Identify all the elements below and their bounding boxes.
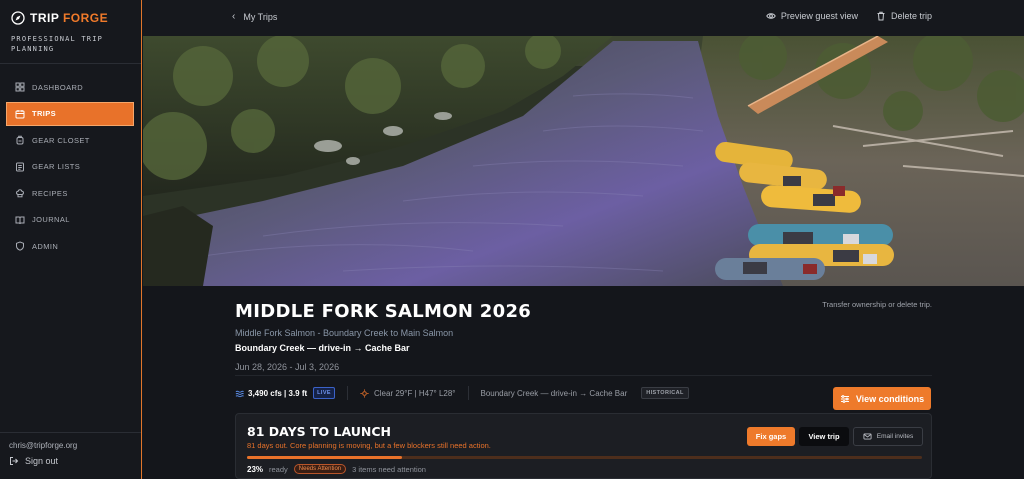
trip-hero-image	[143, 36, 1024, 286]
email-invites-button[interactable]: Email invites	[853, 427, 923, 446]
logout-icon	[10, 457, 19, 465]
launch-status-message: 81 days out. Core planning is moving, bu…	[247, 441, 491, 450]
sidebar-item-label: GEAR LISTS	[32, 162, 81, 171]
sidebar-item-gear-lists[interactable]: GEAR LISTS	[6, 155, 134, 179]
sidebar-item-label: GEAR CLOSET	[32, 135, 90, 145]
sidebar-nav: DASHBOARD TRIPS GEAR CLOSET GEAR LISTS R…	[6, 75, 134, 261]
sidebar: TRIP FORGE PROFESSIONAL TRIP PLANNING DA…	[0, 0, 142, 479]
mail-icon	[863, 433, 872, 440]
sidebar-item-journal[interactable]: JOURNAL	[6, 208, 134, 232]
preview-label: Preview guest view	[780, 11, 858, 21]
readiness-summary: 23% ready Needs Attention 3 items need a…	[247, 464, 426, 474]
email-invites-label: Email invites	[876, 433, 914, 440]
flow-value: 3,490 cfs | 3.9 ft	[248, 388, 308, 398]
live-badge: LIVE	[313, 387, 335, 399]
sidebar-item-admin[interactable]: ADMIN	[6, 234, 134, 258]
compass-icon	[11, 11, 25, 25]
readiness-progress-bar	[247, 456, 922, 459]
sidebar-item-gear-closet[interactable]: GEAR CLOSET	[6, 128, 134, 152]
back-to-trips-link[interactable]: ‹ My Trips	[232, 11, 277, 22]
trip-subtitle: Middle Fork Salmon - Boundary Creek to M…	[235, 328, 454, 338]
grid-icon	[15, 82, 25, 92]
put-in-info: Boundary Creek — drive-in → Cache Bar	[480, 388, 628, 398]
sign-out-button[interactable]: Sign out	[9, 456, 58, 466]
section-divider	[235, 375, 932, 376]
sidebar-item-recipes[interactable]: RECIPES	[6, 181, 134, 205]
sidebar-divider	[0, 63, 141, 64]
top-actions: Preview guest view Delete trip	[766, 11, 932, 21]
sidebar-item-label: JOURNAL	[32, 215, 70, 224]
sidebar-item-trips[interactable]: TRIPS	[6, 101, 134, 126]
waves-icon	[235, 390, 244, 397]
preview-guest-view-button[interactable]: Preview guest view	[766, 11, 858, 21]
top-bar: ‹ My Trips Preview guest view Delete tri…	[143, 0, 1024, 36]
fix-gaps-button[interactable]: Fix gaps	[747, 427, 795, 446]
river-photo	[143, 36, 1024, 286]
sun-icon	[360, 388, 369, 398]
delete-trip-button[interactable]: Delete trip	[876, 11, 932, 21]
trip-detail: MIDDLE FORK SALMON 2026 Transfer ownersh…	[143, 286, 1024, 479]
backpack-icon	[16, 135, 24, 145]
brand-name-part2: FORGE	[62, 11, 109, 25]
river-flow: 3,490 cfs | 3.9 ft	[235, 389, 307, 398]
brand-name-part1: TRIP	[30, 11, 60, 25]
conditions-row: 3,490 cfs | 3.9 ft LIVE Clear 29°F | H47…	[235, 386, 689, 400]
sliders-icon	[840, 394, 849, 403]
calendar-icon	[15, 109, 25, 118]
trip-route: Boundary Creek — drive-in → Cache Bar	[235, 343, 410, 353]
sidebar-item-label: RECIPES	[32, 188, 68, 198]
book-icon	[15, 216, 25, 224]
readiness-progress-fill	[247, 456, 403, 459]
trip-title: MIDDLE FORK SALMON 2026	[235, 301, 532, 322]
sidebar-item-label: TRIPS	[32, 109, 57, 118]
view-conditions-button[interactable]: View conditions	[833, 387, 931, 410]
launch-countdown-title: 81 DAYS TO LAUNCH	[247, 424, 392, 439]
trash-icon	[877, 11, 885, 21]
sidebar-item-label: DASHBOARD	[32, 82, 84, 92]
list-icon	[16, 162, 24, 171]
brand-logo[interactable]: TRIP FORGE	[11, 11, 108, 25]
sidebar-item-dashboard[interactable]: DASHBOARD	[6, 75, 134, 99]
eye-icon	[766, 13, 776, 19]
brand-tagline: PROFESSIONAL TRIP PLANNING	[11, 35, 104, 53]
trip-dates: Jun 28, 2026 - Jul 3, 2026	[235, 362, 340, 372]
needs-attention-badge[interactable]: Needs Attention	[293, 464, 347, 474]
view-conditions-label: View conditions	[855, 393, 925, 404]
view-trip-button[interactable]: View trip	[799, 427, 849, 446]
sidebar-item-label: ADMIN	[32, 241, 59, 251]
readiness-percent: 23%	[247, 464, 264, 474]
user-email: chris@tripforge.org	[9, 441, 78, 450]
delete-label: Delete trip	[890, 11, 932, 21]
back-label: My Trips	[243, 11, 278, 22]
weather: Clear 29°F | H47° L28°	[360, 389, 456, 398]
historical-badge: HISTORICAL	[641, 387, 689, 399]
attention-count: 3 items need attention	[352, 464, 426, 474]
chef-hat-icon	[16, 189, 24, 198]
stat-separator	[347, 386, 348, 400]
weather-value: Clear 29°F | H47° L28°	[374, 388, 456, 398]
brand-name: TRIP FORGE	[30, 11, 108, 25]
transfer-ownership-link[interactable]: Transfer ownership or delete trip.	[822, 300, 932, 309]
sign-out-label: Sign out	[25, 456, 59, 466]
ready-label: ready	[269, 464, 288, 474]
launch-countdown-card: 81 DAYS TO LAUNCH 81 days out. Core plan…	[235, 413, 932, 479]
chevron-left-icon: ‹	[232, 11, 236, 22]
shield-icon	[16, 241, 24, 251]
stat-separator	[467, 386, 469, 400]
sidebar-bottom-divider	[0, 432, 141, 433]
